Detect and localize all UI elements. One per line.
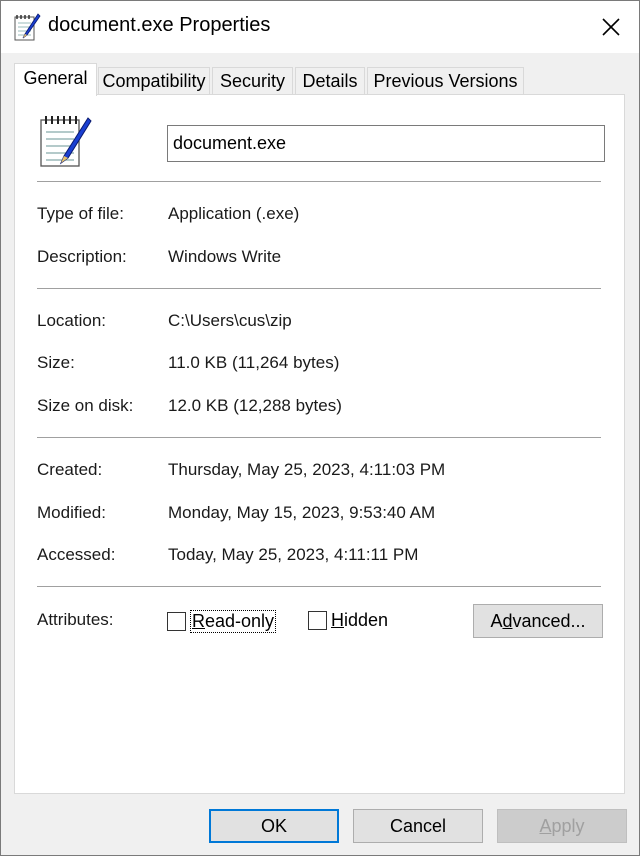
tab-general[interactable]: General	[14, 63, 97, 96]
tab-details[interactable]: Details	[295, 67, 365, 95]
ok-button[interactable]: OK	[209, 809, 339, 843]
accessed-value: Today, May 25, 2023, 4:11:11 PM	[168, 545, 419, 564]
hidden-checkbox[interactable]: Hidden	[308, 610, 388, 631]
readonly-checkbox[interactable]: Read-only	[167, 610, 277, 633]
location-value: C:\Users\cus\zip	[168, 311, 292, 330]
file-name-input[interactable]	[167, 125, 605, 162]
readonly-label[interactable]: Read-only	[190, 610, 277, 633]
type-of-file-value: Application (.exe)	[168, 204, 300, 223]
modified-value: Monday, May 15, 2023, 9:53:40 AM	[168, 503, 436, 522]
accessed-label: Accessed:	[37, 545, 116, 564]
separator	[37, 288, 601, 289]
close-icon	[602, 18, 620, 36]
close-button[interactable]	[583, 1, 639, 53]
size-on-disk-value: 12.0 KB (12,288 bytes)	[168, 396, 342, 415]
hidden-label[interactable]: Hidden	[331, 610, 388, 631]
cancel-button[interactable]: Cancel	[353, 809, 483, 843]
hidden-checkbox-box[interactable]	[308, 611, 327, 630]
separator	[37, 437, 601, 438]
size-on-disk-label: Size on disk:	[37, 396, 134, 415]
properties-dialog: document.exe Properties General Compatib…	[0, 0, 640, 856]
location-label: Location:	[37, 311, 106, 330]
apply-button[interactable]: Apply	[497, 809, 627, 843]
advanced-button[interactable]: Ad vanced...	[473, 604, 603, 638]
description-label: Description:	[37, 247, 127, 266]
separator	[37, 586, 601, 587]
size-label: Size:	[37, 353, 75, 372]
type-of-file-label: Type of file:	[37, 204, 124, 223]
attributes-label: Attributes:	[37, 610, 114, 629]
size-value: 11.0 KB (11,264 bytes)	[168, 353, 340, 372]
created-value: Thursday, May 25, 2023, 4:11:03 PM	[168, 460, 446, 479]
created-label: Created:	[37, 460, 103, 479]
tab-compatibility[interactable]: Compatibility	[98, 67, 210, 95]
window-title: document.exe Properties	[48, 14, 271, 36]
notepad-pen-icon	[14, 13, 41, 41]
separator	[37, 181, 601, 182]
modified-label: Modified:	[37, 503, 106, 522]
title-bar[interactable]: document.exe Properties	[1, 1, 639, 53]
notepad-pen-icon	[40, 116, 92, 167]
description-value: Windows Write	[168, 247, 282, 266]
readonly-checkbox-box[interactable]	[167, 612, 186, 631]
tab-security[interactable]: Security	[212, 67, 293, 95]
general-panel	[14, 94, 625, 794]
tab-previous-versions[interactable]: Previous Versions	[367, 67, 524, 95]
